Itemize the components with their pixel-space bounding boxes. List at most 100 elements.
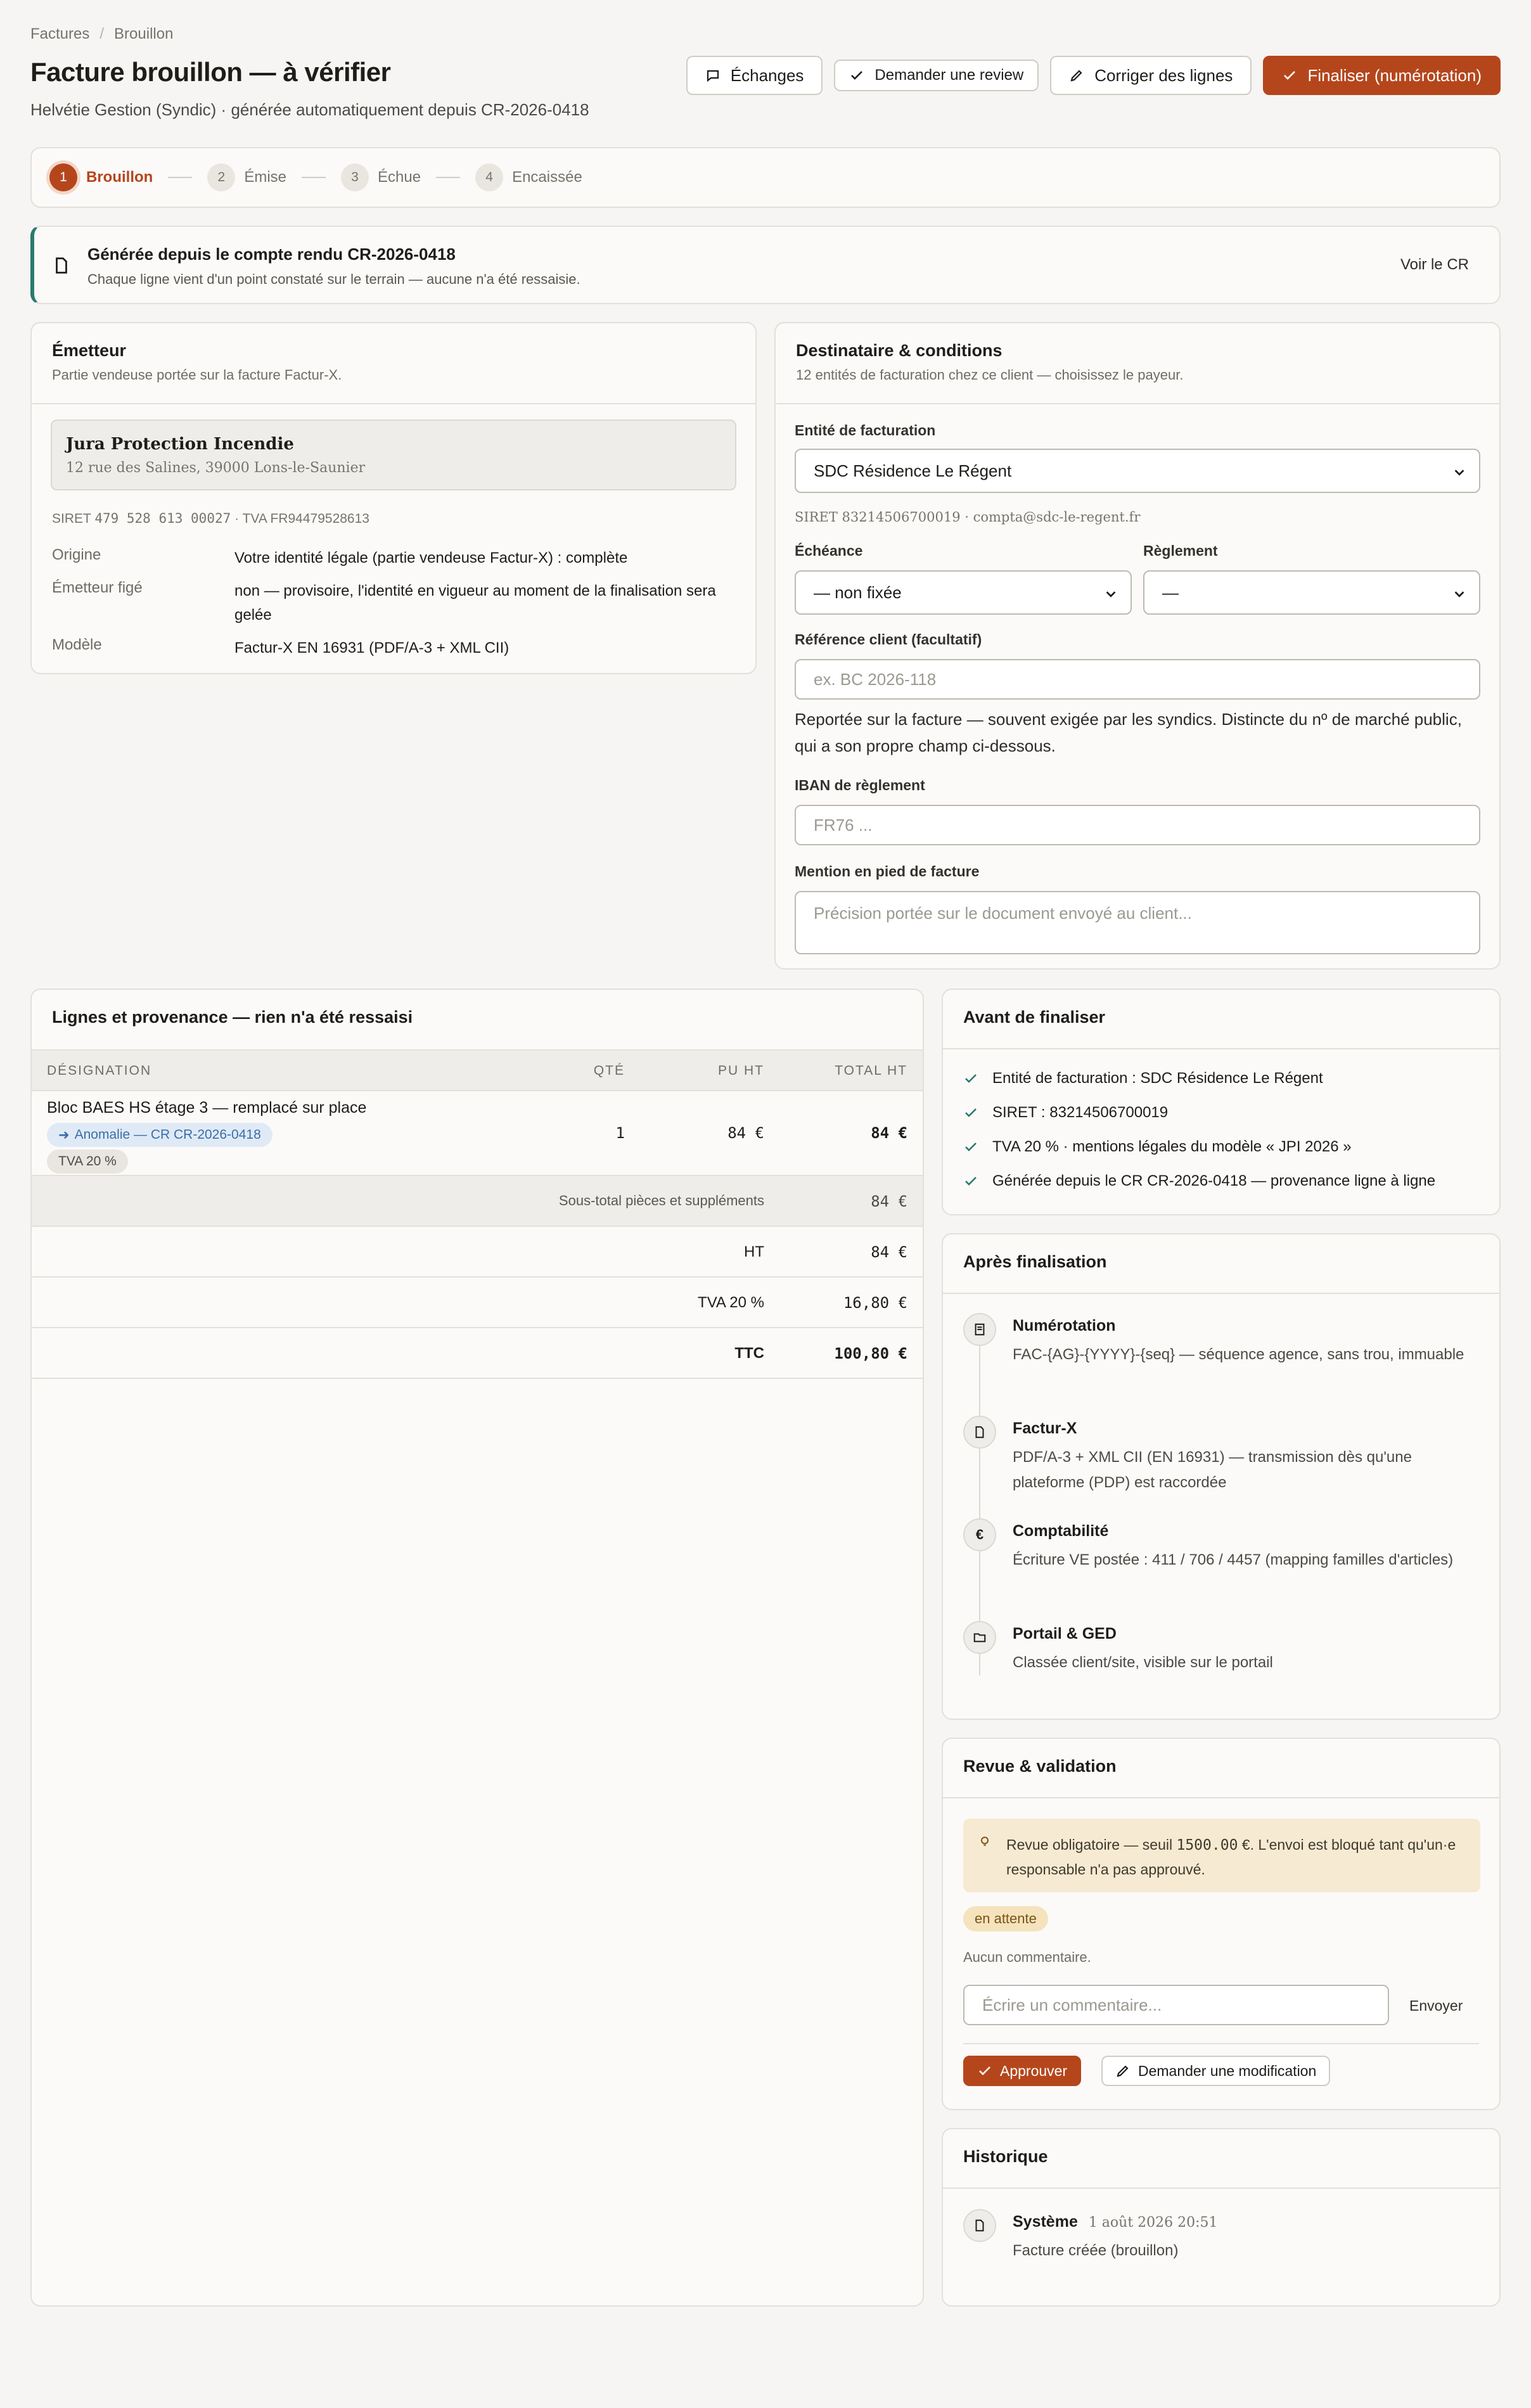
checklist-text: Entité de facturation : SDC Résidence Le… <box>992 1070 1323 1087</box>
banner-text: Chaque ligne vient d'un point constaté s… <box>87 271 580 287</box>
line-unit-price: 84 € <box>727 1124 764 1142</box>
iban-placeholder: FR76 ... <box>814 815 873 835</box>
timeline-title: Numérotation <box>1013 1317 1116 1335</box>
document-icon <box>56 257 67 274</box>
request-change-button[interactable]: Demander une modification <box>1101 2056 1331 2086</box>
line-designation: Bloc BAES HS étage 3 — remplacé sur plac… <box>47 1099 367 1117</box>
check-icon <box>851 71 863 80</box>
pre-finalize-checklist: Avant de finaliser Entité de facturation… <box>942 989 1501 1215</box>
document-icon <box>963 1416 996 1449</box>
send-comment-button[interactable]: Envoyer <box>1409 1997 1463 2014</box>
checklist-item: Entité de facturation : SDC Résidence Le… <box>963 1070 1323 1087</box>
footer-note-label: Mention en pied de facture <box>795 863 980 880</box>
col-total: TOTAL HT <box>835 1063 907 1078</box>
step-issued: 2 Émise <box>207 163 286 191</box>
entity-meta: SIRET 83214506700019 · compta@sdc-le-reg… <box>795 509 1141 525</box>
ttc-value: 100,80 € <box>834 1345 907 1362</box>
exchanges-button[interactable]: Échanges <box>686 56 823 95</box>
model-row: Modèle Factur-X EN 16931 (PDF/A-3 + XML … <box>52 636 729 660</box>
payment-method-select[interactable]: — <box>1143 570 1480 615</box>
alert-prefix: Revue obligatoire — seuil <box>1006 1836 1177 1853</box>
history-title: Historique <box>963 2147 1048 2166</box>
exchanges-label: Échanges <box>730 65 804 85</box>
fix-lines-label: Corriger des lignes <box>1094 65 1233 85</box>
view-report-link[interactable]: Voir le CR <box>1400 256 1469 274</box>
lines-table-header: DÉSIGNATION QTÉ PU HT TOTAL HT <box>32 1049 923 1091</box>
finalize-button[interactable]: Finaliser (numérotation) <box>1263 56 1501 95</box>
origin-value: Votre identité légale (partie vendeuse F… <box>234 549 628 567</box>
line-total: 84 € <box>871 1124 907 1142</box>
review-card: Revue & validation Revue obligatoire — s… <box>942 1738 1501 2110</box>
approve-button[interactable]: Approuver <box>963 2056 1082 2086</box>
page-title: Facture brouillon — à vérifier <box>30 57 391 87</box>
origin-link-pill[interactable]: ➜ Anomalie — CR CR-2026-0418 <box>47 1123 272 1147</box>
request-review-button[interactable]: Demander une review <box>834 60 1039 91</box>
comment-input[interactable]: Écrire un commentaire... <box>963 1985 1389 2025</box>
step-connector <box>302 177 326 178</box>
finalize-label: Finaliser (numérotation) <box>1307 65 1482 85</box>
history-entry-header: Système 1 août 2026 20:51 <box>1013 2213 1218 2231</box>
banner-title: Générée depuis le compte rendu CR-2026-0… <box>87 245 456 264</box>
lightbulb-icon <box>981 1836 989 1846</box>
divider <box>943 1293 1499 1294</box>
divider <box>943 2187 1499 2189</box>
divider <box>32 403 755 404</box>
frozen-row: Émetteur figé non — provisoire, l'identi… <box>52 579 729 627</box>
ht-label: HT <box>744 1243 764 1260</box>
comment-placeholder: Écrire un commentaire... <box>982 1995 1162 2014</box>
check-icon <box>979 2066 990 2075</box>
arrow-right-icon: ➜ <box>58 1127 70 1143</box>
step-connector <box>436 177 461 178</box>
iban-label: IBAN de règlement <box>795 777 925 793</box>
check-icon <box>965 1108 977 1117</box>
step-paid: 4 Encaissée <box>475 163 582 191</box>
model-key: Modèle <box>52 636 102 653</box>
check-icon <box>965 1143 977 1151</box>
emitter-desc: Partie vendeuse portée sur la facture Fa… <box>52 367 342 383</box>
client-ref-label: Référence client (facultatif) <box>795 631 982 648</box>
status-stepper: 1 Brouillon 2 Émise 3 Échue 4 Encaissée <box>30 147 1501 208</box>
footer-note-textarea[interactable]: Précision portée sur le document envoyé … <box>795 891 1480 954</box>
checklist-item: Générée depuis le CR CR-2026-0418 — prov… <box>963 1172 1435 1190</box>
table-row[interactable]: Bloc BAES HS étage 3 — remplacé sur plac… <box>32 1091 923 1176</box>
recipient-title: Destinataire & conditions <box>796 341 1003 360</box>
due-date-select[interactable]: — non fixée <box>795 570 1132 615</box>
request-change-label: Demander une modification <box>1138 2062 1317 2079</box>
divider <box>963 2043 1479 2044</box>
chevron-down-icon <box>1454 470 1464 476</box>
fix-lines-button[interactable]: Corriger des lignes <box>1050 56 1252 95</box>
line-qty: 1 <box>615 1124 625 1142</box>
tva-number: · TVA FR94479528613 <box>234 511 369 526</box>
tva-value: 16,80 € <box>843 1294 907 1312</box>
chevron-down-icon <box>1454 591 1464 598</box>
pencil-icon <box>1070 70 1082 82</box>
request-review-label: Demander une review <box>874 67 1024 84</box>
emitter-party-box: Jura Protection Incendie 12 rue des Sali… <box>51 419 736 490</box>
history-actor: Système <box>1013 2213 1078 2231</box>
footer-note-placeholder: Précision portée sur le document envoyé … <box>814 904 1192 923</box>
toolbar: Échanges Demander une review Corriger de… <box>686 56 1501 95</box>
breadcrumb-separator: / <box>99 25 105 42</box>
billing-entity-select[interactable]: SDC Résidence Le Régent <box>795 449 1480 493</box>
breadcrumb-invoices-link[interactable]: Factures <box>30 25 89 43</box>
iban-input[interactable]: FR76 ... <box>795 805 1480 845</box>
emitter-company: Jura Protection Incendie <box>66 435 294 454</box>
col-unit-price: PU HT <box>718 1063 764 1078</box>
checklist-text: TVA 20 % · mentions légales du modèle « … <box>992 1138 1352 1155</box>
document-icon <box>963 2209 996 2242</box>
breadcrumb-current: Brouillon <box>114 25 174 42</box>
numbering-icon <box>963 1313 996 1346</box>
alert-threshold: 1500.00 <box>1176 1837 1238 1854</box>
after-finalize-card: Après finalisation Numérotation FAC-{AG}… <box>942 1233 1501 1720</box>
client-ref-input[interactable]: ex. BC 2026-118 <box>795 659 1480 700</box>
status-badge: en attente <box>963 1906 1048 1931</box>
timeline-desc: PDF/A-3 + XML CII (EN 16931) — transmiss… <box>1013 1449 1412 1491</box>
col-designation: DÉSIGNATION <box>47 1063 152 1078</box>
after-title: Après finalisation <box>963 1252 1107 1271</box>
siret-label: SIRET <box>52 511 91 526</box>
checklist-text: Générée depuis le CR CR-2026-0418 — prov… <box>992 1172 1436 1189</box>
ttc-row: TTC 100,80 € <box>32 1328 923 1379</box>
payment-method-value: — <box>1162 582 1179 602</box>
check-icon <box>965 1074 977 1083</box>
checklist-text: SIRET : 83214506700019 <box>992 1104 1169 1121</box>
